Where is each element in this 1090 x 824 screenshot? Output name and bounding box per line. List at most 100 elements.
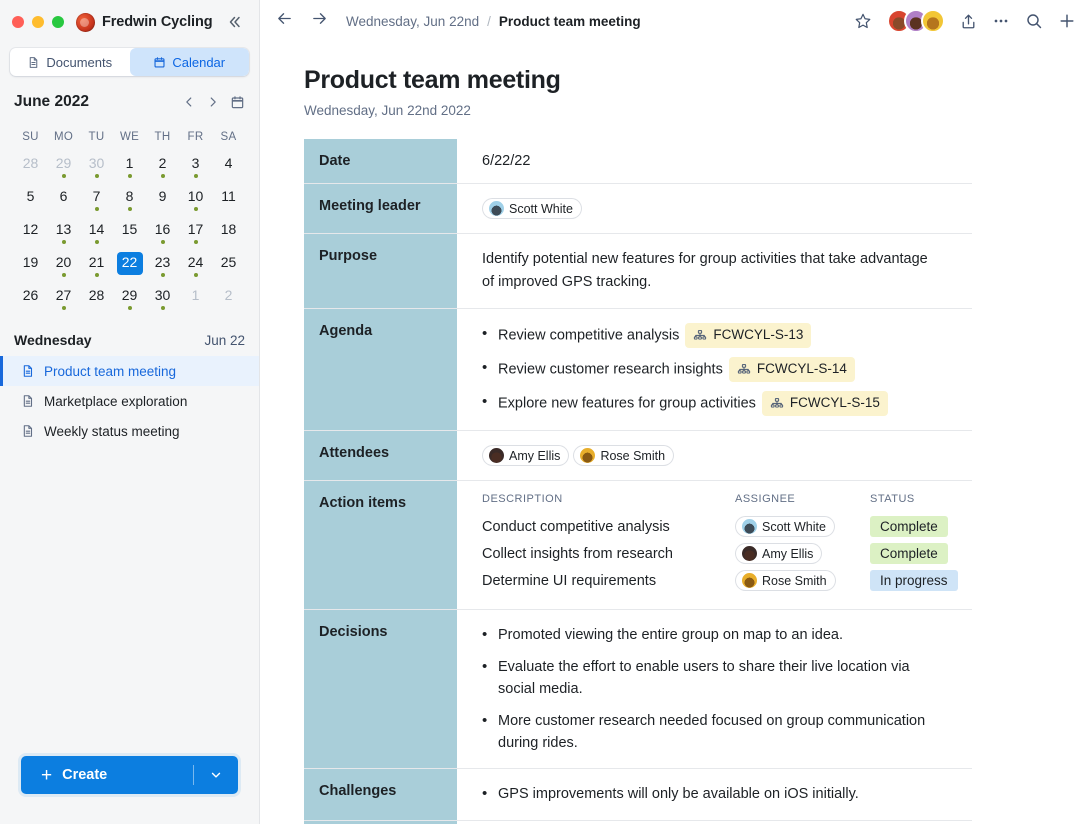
- calendar-day[interactable]: 16: [146, 217, 179, 250]
- today-calendar-icon[interactable]: [230, 95, 245, 110]
- close-window-button[interactable]: [12, 16, 24, 28]
- action-item-status: In progress: [870, 568, 958, 595]
- person-chip[interactable]: Rose Smith: [573, 445, 675, 467]
- calendar-day[interactable]: 22: [113, 250, 146, 283]
- chevron-left-icon[interactable]: [182, 95, 196, 109]
- row-value-date[interactable]: 6/22/22: [457, 139, 972, 184]
- person-chip[interactable]: Scott White: [735, 516, 835, 538]
- calendar-day[interactable]: 1: [179, 283, 212, 316]
- tab-documents[interactable]: Documents: [10, 48, 130, 76]
- minimize-window-button[interactable]: [32, 16, 44, 28]
- calendar-header: June 2022: [14, 88, 245, 116]
- calendar-day[interactable]: 13: [47, 217, 80, 250]
- calendar-day[interactable]: 1: [113, 151, 146, 184]
- list-item[interactable]: Product team meeting: [0, 356, 259, 386]
- calendar-day[interactable]: 27: [47, 283, 80, 316]
- issue-tag[interactable]: FCWCYL-S-15: [761, 391, 888, 417]
- table-row: Action items DESCRIPTION ASSIGNEE STATUS Co…: [304, 480, 972, 611]
- list-item: Evaluate the effort to enable users to s…: [482, 655, 942, 701]
- document-icon: [21, 394, 35, 408]
- agenda-item-text: Explore new features for group activitie…: [498, 395, 756, 412]
- issue-tag[interactable]: FCWCYL-S-14: [728, 357, 855, 383]
- collaborator-avatars[interactable]: [887, 9, 945, 33]
- person-chip[interactable]: Amy Ellis: [482, 445, 570, 467]
- status-badge[interactable]: Complete: [870, 516, 948, 538]
- calendar-day[interactable]: 15: [113, 217, 146, 250]
- calendar-day[interactable]: 10: [179, 184, 212, 217]
- sitemap-icon: [770, 397, 784, 410]
- person-chip[interactable]: Amy Ellis: [735, 543, 823, 565]
- action-item-description: Collect insights from research: [482, 546, 673, 563]
- calendar-day-number: 1: [125, 155, 134, 171]
- calendar-day[interactable]: 4: [212, 151, 245, 184]
- avatar[interactable]: [921, 9, 945, 33]
- person-chip[interactable]: Rose Smith: [735, 570, 836, 592]
- status-badge[interactable]: Complete: [870, 543, 948, 565]
- chevron-right-icon[interactable]: [206, 95, 220, 109]
- arrow-right-icon[interactable]: [311, 10, 328, 32]
- calendar-day[interactable]: 30: [80, 151, 113, 184]
- list-item[interactable]: Marketplace exploration: [0, 386, 259, 416]
- calendar-day[interactable]: 12: [14, 217, 47, 250]
- list-item: GPS improvements will only be available …: [482, 782, 958, 806]
- table-row: Agenda Review competitive analysis FCWCYL…: [304, 308, 972, 432]
- calendar-weekday: TH: [154, 131, 171, 143]
- calendar-day-number: 20: [55, 254, 72, 270]
- calendar-day[interactable]: 6: [47, 184, 80, 217]
- calendar-day[interactable]: 5: [14, 184, 47, 217]
- row-label-agenda: Agenda: [304, 308, 457, 432]
- calendar-day[interactable]: 9: [146, 184, 179, 217]
- calendar-day[interactable]: 23: [146, 250, 179, 283]
- calendar-day[interactable]: 21: [80, 250, 113, 283]
- calendar-day[interactable]: 3: [179, 151, 212, 184]
- calendar-event-dot: [94, 240, 99, 244]
- chevrons-left-icon[interactable]: [223, 10, 247, 34]
- calendar-day[interactable]: 2: [146, 151, 179, 184]
- row-value-purpose[interactable]: Identify potential new features for grou…: [457, 233, 972, 310]
- calendar-day[interactable]: 26: [14, 283, 47, 316]
- calendar-day[interactable]: 29: [113, 283, 146, 316]
- calendar-event-dot: [94, 207, 99, 211]
- avatar: [489, 201, 504, 216]
- list-item[interactable]: Weekly status meeting: [0, 416, 259, 446]
- search-icon[interactable]: [1025, 12, 1043, 30]
- calendar-day[interactable]: 14: [80, 217, 113, 250]
- status-badge[interactable]: In progress: [870, 570, 958, 592]
- calendar-day[interactable]: 2: [212, 283, 245, 316]
- calendar-day-number: 27: [55, 287, 72, 303]
- calendar-day[interactable]: 17: [179, 217, 212, 250]
- calendar-day[interactable]: 28: [14, 151, 47, 184]
- calendar-day-number: 2: [158, 155, 167, 171]
- more-horizontal-icon[interactable]: [992, 12, 1010, 30]
- list-item-label: Product team meeting: [44, 363, 177, 379]
- calendar-day-number: 19: [22, 254, 39, 270]
- avatar: [742, 519, 757, 535]
- create-dropdown-toggle[interactable]: [194, 768, 238, 782]
- calendar-day[interactable]: 28: [80, 283, 113, 316]
- calendar-day[interactable]: 11: [212, 184, 245, 217]
- calendar-day-number: 18: [220, 221, 237, 237]
- calendar-day-number: 26: [22, 287, 39, 303]
- star-icon[interactable]: [854, 12, 872, 30]
- person-chip[interactable]: Scott White: [482, 198, 582, 219]
- calendar-day[interactable]: 25: [212, 250, 245, 283]
- arrow-left-icon[interactable]: [276, 10, 293, 32]
- calendar-day[interactable]: 7: [80, 184, 113, 217]
- breadcrumb-date[interactable]: Wednesday, Jun 22nd: [346, 14, 479, 29]
- calendar-day-number: 8: [125, 188, 134, 204]
- issue-key: FCWCYL-S-13: [713, 327, 804, 343]
- calendar-day[interactable]: 8: [113, 184, 146, 217]
- issue-tag[interactable]: FCWCYL-S-13: [685, 323, 812, 349]
- calendar-day[interactable]: 20: [47, 250, 80, 283]
- create-button[interactable]: + Create: [21, 756, 238, 794]
- tab-calendar[interactable]: Calendar: [129, 48, 249, 76]
- calendar-day[interactable]: 30: [146, 283, 179, 316]
- share-icon[interactable]: [960, 13, 977, 30]
- add-button[interactable]: [1058, 12, 1076, 30]
- calendar-day[interactable]: 29: [47, 151, 80, 184]
- calendar-day[interactable]: 24: [179, 250, 212, 283]
- calendar-day[interactable]: 19: [14, 250, 47, 283]
- maximize-window-button[interactable]: [52, 16, 64, 28]
- calendar-day[interactable]: 18: [212, 217, 245, 250]
- row-label-date: Date: [304, 139, 457, 184]
